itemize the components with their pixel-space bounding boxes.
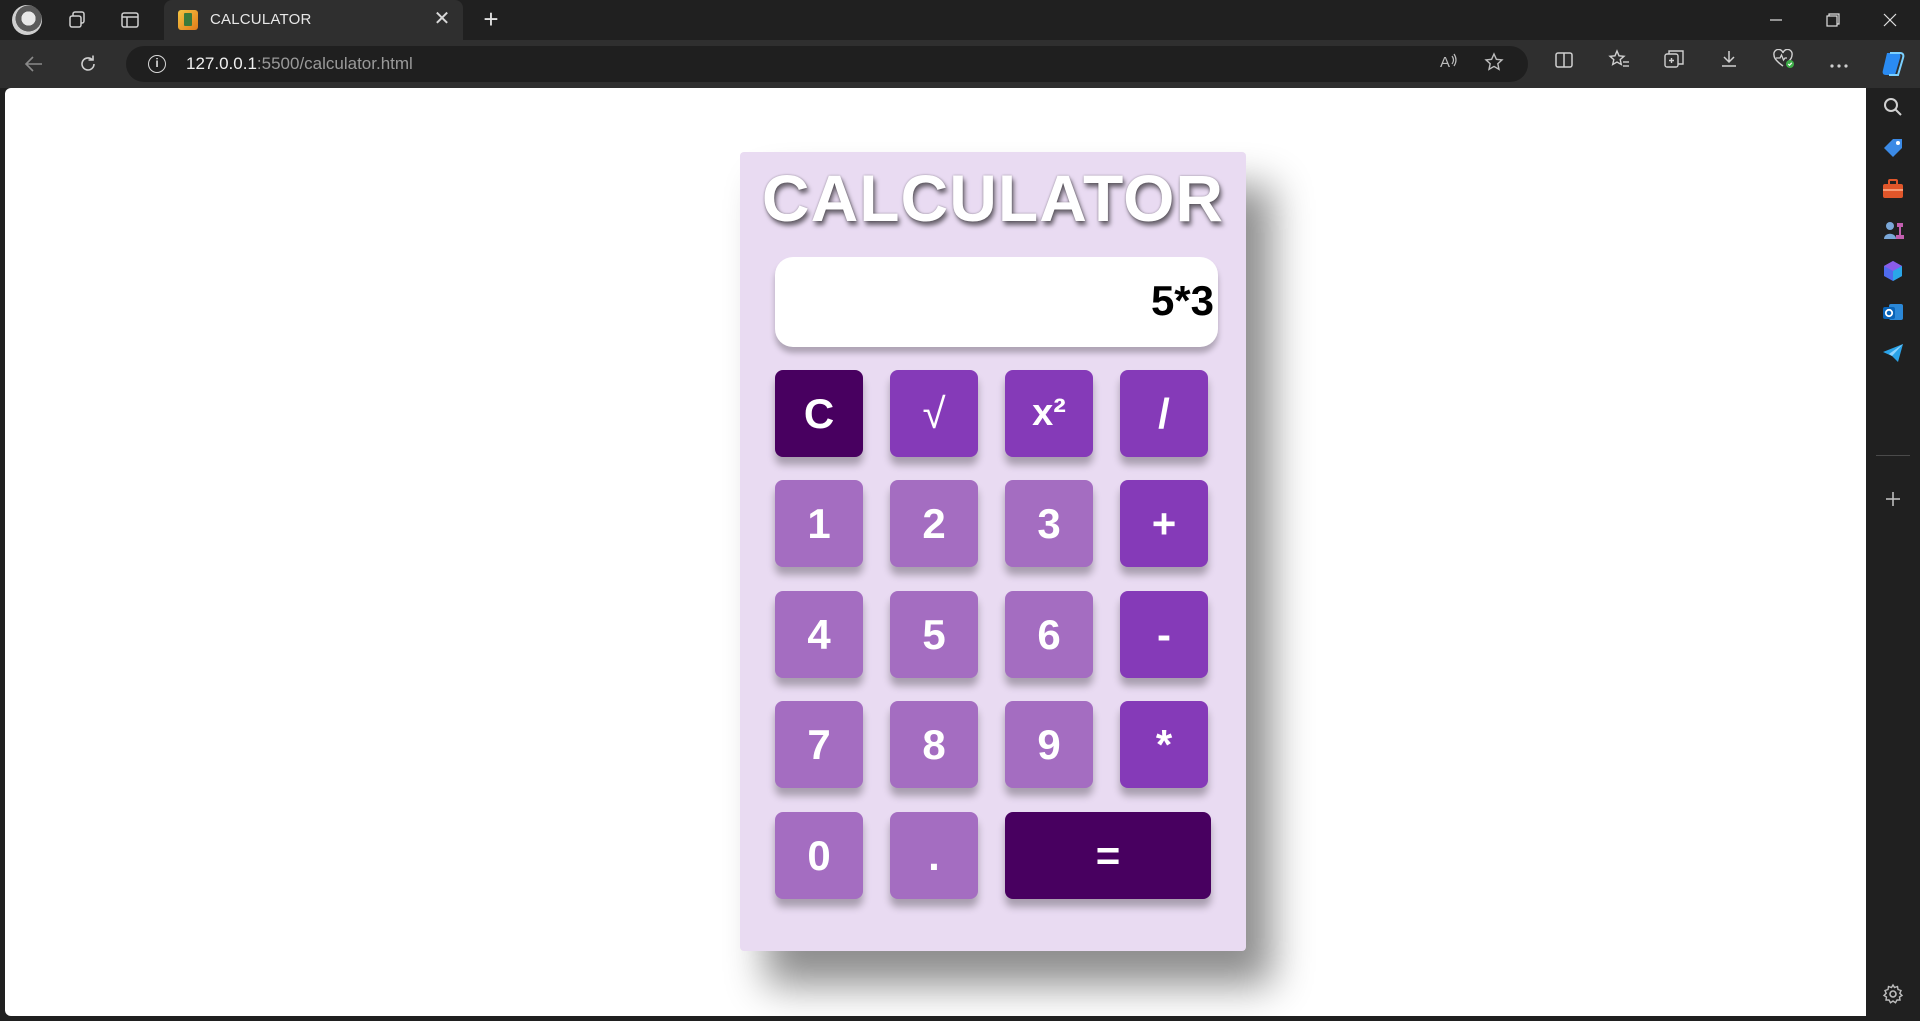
digit-5-button[interactable]: 5	[890, 591, 978, 678]
sidebar-divider	[1876, 455, 1910, 456]
tab-title: CALCULATOR	[210, 11, 312, 28]
favorite-star-icon[interactable]	[1481, 52, 1507, 76]
close-window-icon[interactable]	[1862, 0, 1918, 40]
close-tab-icon[interactable]: ✕	[431, 8, 453, 30]
microsoft-365-icon[interactable]	[1880, 258, 1906, 284]
clear-button[interactable]: C	[775, 370, 863, 457]
multiply-button[interactable]: *	[1120, 701, 1208, 788]
digit-1-button[interactable]: 1	[775, 480, 863, 567]
profile-avatar[interactable]	[12, 5, 42, 35]
divide-button[interactable]: /	[1120, 370, 1208, 457]
outlook-icon[interactable]	[1880, 299, 1906, 325]
copilot-icon[interactable]	[1878, 49, 1908, 79]
digit-8-button[interactable]: 8	[890, 701, 978, 788]
url-field[interactable]: i 127.0.0.1:5500/calculator.html A	[126, 46, 1528, 82]
digit-6-button[interactable]: 6	[1005, 591, 1093, 678]
url-text: 127.0.0.1:5500/calculator.html	[186, 54, 413, 74]
plus-button[interactable]: +	[1120, 480, 1208, 567]
display-value: 5*3	[1150, 277, 1214, 324]
new-tab-button[interactable]: +	[476, 6, 506, 34]
tab-actions-icon[interactable]	[114, 6, 146, 34]
page-title: CALCULATOR	[761, 161, 1225, 235]
workspaces-icon[interactable]	[61, 6, 93, 34]
minimize-icon[interactable]	[1748, 0, 1804, 40]
add-sidebar-app-icon[interactable]	[1880, 486, 1906, 512]
digit-2-button[interactable]: 2	[890, 480, 978, 567]
tools-briefcase-icon[interactable]	[1880, 176, 1906, 202]
digit-4-button[interactable]: 4	[775, 591, 863, 678]
collections-icon[interactable]	[1658, 49, 1690, 79]
active-tab[interactable]: CALCULATOR ✕	[164, 0, 463, 40]
more-menu-icon[interactable]	[1823, 49, 1855, 79]
shopping-tag-icon[interactable]	[1880, 135, 1906, 161]
downloads-icon[interactable]	[1713, 49, 1745, 79]
sidebar-settings-gear-icon[interactable]	[1880, 981, 1906, 1007]
send-telegram-icon[interactable]	[1880, 340, 1906, 366]
minus-button[interactable]: -	[1120, 591, 1208, 678]
digit-3-button[interactable]: 3	[1005, 480, 1093, 567]
tab-bar: CALCULATOR ✕ +	[0, 0, 1920, 40]
favorites-icon[interactable]	[1603, 49, 1635, 79]
digit-9-button[interactable]: 9	[1005, 701, 1093, 788]
decimal-point-button[interactable]: .	[890, 812, 978, 899]
url-path: :5500/calculator.html	[256, 54, 413, 73]
address-bar: i 127.0.0.1:5500/calculator.html A	[0, 40, 1920, 88]
calculator-display: 5*3	[775, 257, 1218, 347]
split-screen-icon[interactable]	[1548, 49, 1580, 79]
site-info-icon[interactable]: i	[148, 55, 166, 73]
calculator-panel: CALCULATOR 5*3 C √ x² / 1 2 3 + 4 5 6 - …	[740, 152, 1246, 951]
edge-sidebar	[1866, 52, 1920, 1021]
games-chess-icon[interactable]	[1880, 217, 1906, 243]
page-viewport: CALCULATOR 5*3 C √ x² / 1 2 3 + 4 5 6 - …	[5, 88, 1866, 1016]
restore-icon[interactable]	[1805, 0, 1861, 40]
svg-text:A: A	[1440, 54, 1450, 70]
browser-essentials-icon[interactable]	[1768, 48, 1800, 79]
back-arrow-icon[interactable]	[18, 49, 50, 79]
calculator-favicon-icon	[178, 10, 198, 30]
read-aloud-icon[interactable]: A	[1436, 52, 1462, 76]
digit-7-button[interactable]: 7	[775, 701, 863, 788]
reload-icon[interactable]	[72, 49, 104, 79]
sqrt-button[interactable]: √	[890, 370, 978, 457]
equals-button[interactable]: =	[1005, 812, 1211, 899]
url-host: 127.0.0.1	[186, 54, 257, 73]
square-button[interactable]: x²	[1005, 370, 1093, 457]
digit-0-button[interactable]: 0	[775, 812, 863, 899]
search-icon[interactable]	[1880, 94, 1906, 120]
